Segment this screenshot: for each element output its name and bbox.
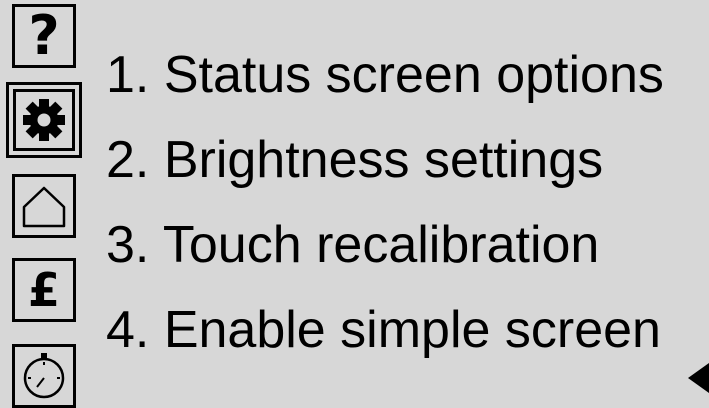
menu-item-touch-recalibration[interactable]: 3. Touch recalibration <box>106 203 664 288</box>
help-button[interactable]: ? <box>12 4 76 68</box>
settings-menu: 1. Status screen options 2. Brightness s… <box>106 33 664 373</box>
pricing-button[interactable]: £ <box>12 258 76 322</box>
gear-icon <box>22 98 66 142</box>
timer-button[interactable] <box>12 344 76 408</box>
pound-icon: £ <box>27 263 60 317</box>
home-button[interactable] <box>12 174 76 238</box>
sidebar: ? £ <box>0 0 84 408</box>
menu-item-brightness-settings[interactable]: 2. Brightness settings <box>106 118 664 203</box>
home-icon <box>19 181 69 231</box>
left-arrow-icon[interactable] <box>688 363 709 393</box>
menu-item-enable-simple-screen[interactable]: 4. Enable simple screen <box>106 288 664 373</box>
menu-item-status-screen-options[interactable]: 1. Status screen options <box>106 33 664 118</box>
help-icon: ? <box>28 4 60 67</box>
settings-screen: ? £ 1. Status screen options 2. Brightne… <box>0 0 709 408</box>
settings-button[interactable] <box>6 82 82 158</box>
stopwatch-icon <box>19 351 69 401</box>
